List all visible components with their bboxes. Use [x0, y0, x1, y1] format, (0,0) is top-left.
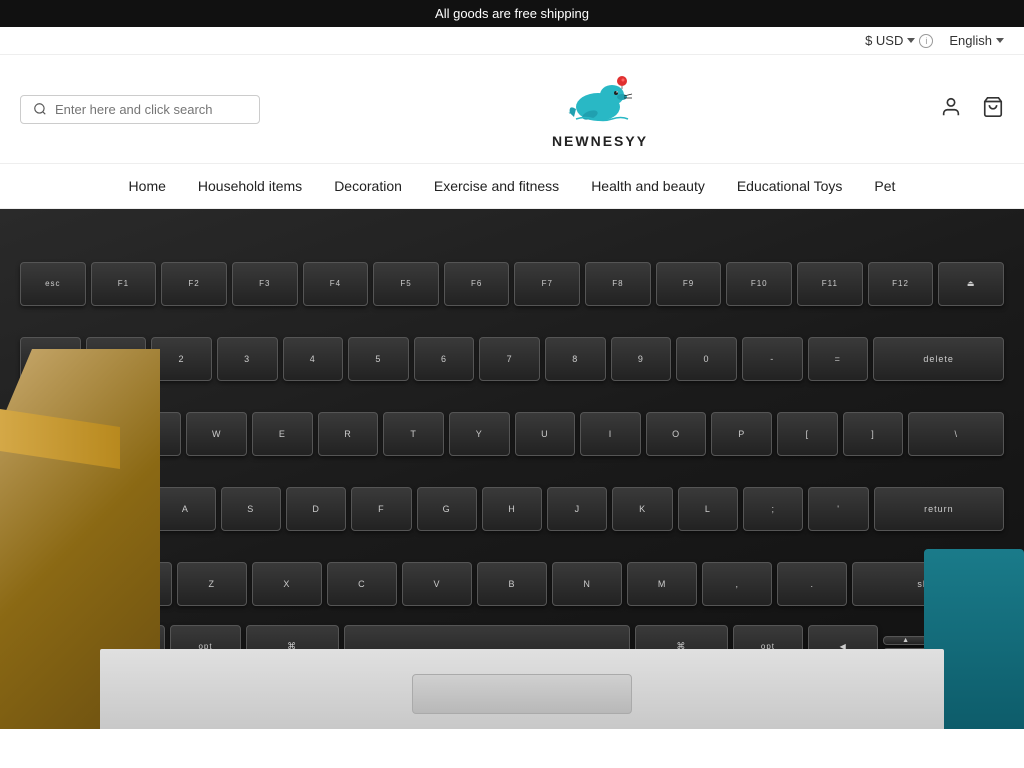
key-f11: F11: [797, 262, 863, 306]
keyboard-row-4: caps A S D F G H J K L ; ' return: [20, 475, 1004, 544]
nav-item-toys[interactable]: Educational Toys: [737, 178, 843, 194]
header-topbar: $ USD i English: [0, 27, 1024, 55]
key-j: J: [547, 487, 607, 531]
key-p: P: [711, 412, 772, 456]
laptop-base: [100, 649, 944, 729]
key-minus: -: [742, 337, 803, 381]
key-r: R: [318, 412, 379, 456]
key-l: L: [678, 487, 738, 531]
nav-item-home[interactable]: Home: [129, 178, 166, 194]
laptop-trackpad: [412, 674, 632, 714]
key-backslash: \: [908, 412, 1004, 456]
currency-label: $ USD: [865, 33, 903, 48]
key-c: C: [327, 562, 397, 606]
key-semicolon: ;: [743, 487, 803, 531]
nav-item-household[interactable]: Household items: [198, 178, 302, 194]
currency-info-icon[interactable]: i: [919, 34, 933, 48]
key-n: N: [552, 562, 622, 606]
search-input[interactable]: [55, 102, 247, 117]
search-box[interactable]: [20, 95, 260, 124]
key-f: F: [351, 487, 411, 531]
keyboard-row-2: ` 1 2 3 4 5 6 7 8 9 0 - = delete: [20, 324, 1004, 393]
key-a: A: [155, 487, 215, 531]
nav-bar: Home Household items Decoration Exercise…: [0, 164, 1024, 209]
logo[interactable]: NEWNESYY: [552, 69, 648, 149]
key-x: X: [252, 562, 322, 606]
key-delete: delete: [873, 337, 1004, 381]
key-3: 3: [217, 337, 278, 381]
currency-selector[interactable]: $ USD i: [865, 33, 933, 48]
key-v: V: [402, 562, 472, 606]
key-o: O: [646, 412, 707, 456]
key-d: D: [286, 487, 346, 531]
keyboard-row-3: tab Q W E R T Y U I O P [ ] \: [20, 399, 1004, 468]
key-e: E: [252, 412, 313, 456]
key-8: 8: [545, 337, 606, 381]
promo-banner: All goods are free shipping: [0, 0, 1024, 27]
language-label: English: [949, 33, 992, 48]
key-return: return: [874, 487, 1004, 531]
key-g: G: [417, 487, 477, 531]
key-9: 9: [611, 337, 672, 381]
key-h: H: [482, 487, 542, 531]
key-b: B: [477, 562, 547, 606]
key-m: M: [627, 562, 697, 606]
key-f2: F2: [161, 262, 227, 306]
key-6: 6: [414, 337, 475, 381]
key-period: .: [777, 562, 847, 606]
key-z: Z: [177, 562, 247, 606]
currency-chevron-icon: [907, 38, 915, 43]
cart-icon[interactable]: [982, 96, 1004, 123]
nav-item-pet[interactable]: Pet: [874, 178, 895, 194]
key-f8: F8: [585, 262, 651, 306]
key-f7: F7: [514, 262, 580, 306]
key-k: K: [612, 487, 672, 531]
nav-item-exercise[interactable]: Exercise and fitness: [434, 178, 559, 194]
header-actions: [940, 96, 1004, 123]
key-4: 4: [283, 337, 344, 381]
key-esc: esc: [20, 262, 86, 306]
key-y: Y: [449, 412, 510, 456]
account-icon[interactable]: [940, 96, 962, 123]
main-header: NEWNESYY: [0, 55, 1024, 164]
key-f5: F5: [373, 262, 439, 306]
key-s: S: [221, 487, 281, 531]
key-f4: F4: [303, 262, 369, 306]
key-f12: F12: [868, 262, 934, 306]
nav-item-health[interactable]: Health and beauty: [591, 178, 705, 194]
keyboard-row-5: shift Z X C V B N M , . shift: [20, 550, 1004, 619]
nav-item-decoration[interactable]: Decoration: [334, 178, 402, 194]
key-0: 0: [676, 337, 737, 381]
key-up-arrow: ▲: [883, 636, 928, 645]
key-f3: F3: [232, 262, 298, 306]
key-rbracket: ]: [843, 412, 904, 456]
search-icon: [33, 102, 47, 116]
brand-name: NEWNESYY: [552, 133, 648, 149]
key-f9: F9: [656, 262, 722, 306]
key-w: W: [186, 412, 247, 456]
key-equals: =: [808, 337, 869, 381]
language-chevron-icon: [996, 38, 1004, 43]
hero-section: esc F1 F2 F3 F4 F5 F6 F7 F8 F9 F10 F11 F…: [0, 209, 1024, 729]
key-f1: F1: [91, 262, 157, 306]
key-t: T: [383, 412, 444, 456]
promo-text: All goods are free shipping: [435, 6, 589, 21]
key-i: I: [580, 412, 641, 456]
key-lbracket: [: [777, 412, 838, 456]
key-u: U: [515, 412, 576, 456]
key-comma: ,: [702, 562, 772, 606]
key-eject: ⏏: [938, 262, 1004, 306]
language-selector[interactable]: English: [949, 33, 1004, 48]
key-5: 5: [348, 337, 409, 381]
key-quote: ': [808, 487, 868, 531]
logo-icon: [560, 69, 640, 129]
key-f6: F6: [444, 262, 510, 306]
key-2: 2: [151, 337, 212, 381]
key-f10: F10: [726, 262, 792, 306]
keyboard-row-1: esc F1 F2 F3 F4 F5 F6 F7 F8 F9 F10 F11 F…: [20, 249, 1004, 318]
key-7: 7: [479, 337, 540, 381]
